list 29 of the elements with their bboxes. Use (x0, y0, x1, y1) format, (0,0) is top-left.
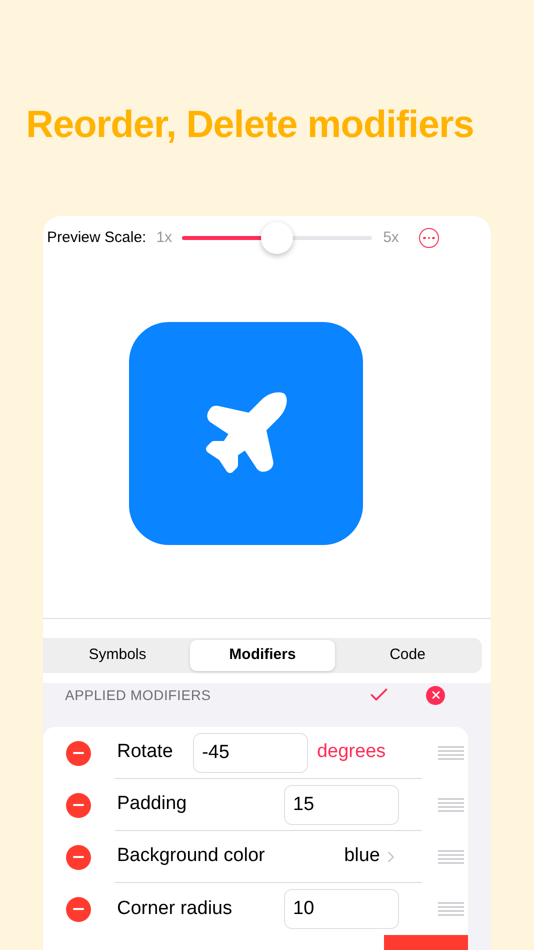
segment-tab[interactable]: Modifiers (190, 640, 335, 671)
drag-handle-icon[interactable] (438, 902, 464, 916)
segment-tab[interactable]: Symbols (45, 640, 190, 671)
preview-scale-label: Preview Scale: (47, 228, 146, 248)
drag-handle-icon[interactable] (438, 798, 464, 812)
min-label: 1x (156, 228, 172, 248)
modifier-name: Rotate (117, 740, 173, 764)
segment-tab[interactable]: Code (335, 640, 480, 671)
modifier-name: Background color (117, 844, 265, 868)
color-picker[interactable]: blue (344, 842, 400, 871)
delete-icon[interactable] (66, 896, 91, 922)
scale-slider[interactable] (182, 222, 372, 254)
max-label: 5x (383, 228, 399, 248)
delete-icon[interactable] (66, 792, 91, 818)
more-icon[interactable] (418, 228, 439, 248)
slider-thumb[interactable] (261, 222, 294, 254)
drag-handle-icon[interactable] (438, 746, 464, 760)
unit-label: degrees (316, 740, 387, 764)
headline: Reorder, Delete modifiers (26, 103, 475, 148)
modifier-name: Corner radius (117, 896, 232, 921)
drag-handle-icon[interactable] (438, 850, 464, 864)
delete-icon[interactable] (66, 740, 91, 766)
close-icon[interactable] (426, 686, 445, 704)
value-field[interactable]: 15 (284, 784, 399, 824)
value-field[interactable]: -45 (192, 732, 308, 772)
delete-icon[interactable] (66, 844, 91, 870)
value-field[interactable]: 10 (284, 889, 399, 929)
modifier-name: Padding (117, 792, 187, 816)
section-title: APPLIED MODIFIERS (65, 686, 211, 704)
